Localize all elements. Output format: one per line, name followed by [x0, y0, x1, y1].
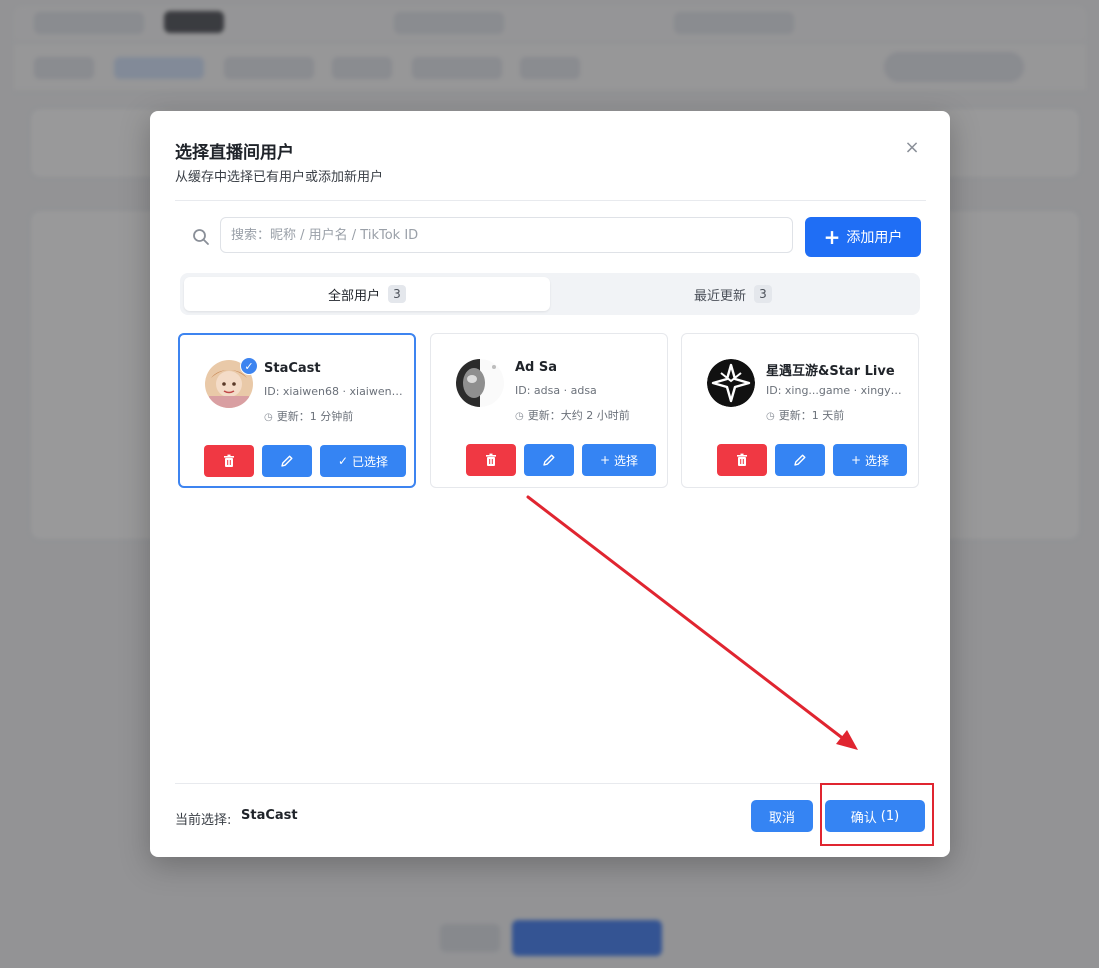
clock-icon: ◷: [766, 411, 775, 422]
tab-count-badge: 3: [754, 285, 772, 303]
user-name: StaCast: [264, 361, 321, 376]
delete-button[interactable]: [466, 444, 516, 476]
edit-button[interactable]: [775, 444, 825, 476]
user-name: Ad Sa: [515, 360, 558, 375]
user-updated: ◷ 更新：1 天前: [766, 407, 844, 423]
user-id: ID: xing...game · xingyugame: [766, 384, 906, 397]
delete-button[interactable]: [204, 445, 254, 477]
user-avatar: [707, 359, 755, 407]
add-user-label: 添加用户: [846, 230, 903, 246]
user-id: ID: xiaiwen68 · xiaiwen68: [264, 385, 404, 398]
select-button[interactable]: ✓ 已选择: [320, 445, 406, 477]
pencil-icon: [281, 455, 293, 467]
user-card-stacast[interactable]: ✓ StaCast ID: xiaiwen68 · xiaiwen68 ◷ 更新：…: [178, 333, 416, 488]
dialog-subtitle: 从缓存中选择已有用户或添加新用户: [175, 170, 384, 185]
current-selection-label: 当前选择:: [175, 813, 232, 828]
updated-text: 更新：大约 2 小时前: [527, 409, 630, 422]
plus-icon: +: [823, 225, 841, 249]
footer-divider: [175, 783, 926, 784]
trash-icon: [737, 453, 747, 466]
pencil-icon: [794, 454, 806, 466]
user-name: 星遇互游&Star Live: [766, 364, 895, 379]
tab-label: 全部用户: [327, 288, 380, 304]
user-id: ID: adsa · adsa: [515, 384, 597, 397]
delete-button[interactable]: [717, 444, 767, 476]
user-card-star-live[interactable]: 星遇互游&Star Live ID: xing...game · xingyug…: [681, 333, 919, 488]
clock-icon: ◷: [515, 411, 524, 422]
updated-text: 更新：1 天前: [778, 409, 845, 422]
select-label: 选择: [614, 453, 639, 468]
cancel-button[interactable]: 取消: [751, 800, 813, 832]
user-updated: ◷ 更新：大约 2 小时前: [515, 407, 630, 423]
search-icon: [193, 229, 209, 245]
select-user-dialog: 选择直播间用户 从缓存中选择已有用户或添加新用户 × + 添加用户 全部用户 3…: [150, 111, 950, 857]
user-card-ad-sa[interactable]: Ad Sa ID: adsa · adsa ◷ 更新：大约 2 小时前 + 选择: [430, 333, 668, 488]
select-button[interactable]: + 选择: [833, 444, 907, 476]
trash-icon: [224, 454, 234, 467]
search-input[interactable]: [220, 217, 793, 253]
user-updated: ◷ 更新：1 分钟前: [264, 408, 353, 424]
clock-icon: ◷: [264, 412, 273, 423]
selected-check-icon: ✓: [240, 357, 258, 375]
plus-icon: +: [850, 453, 862, 467]
add-user-button[interactable]: + 添加用户: [805, 217, 921, 257]
trash-icon: [486, 453, 496, 466]
user-tabs: 全部用户 3 最近更新 3: [180, 273, 920, 315]
updated-text: 更新：1 分钟前: [276, 410, 354, 423]
check-icon: ✓: [337, 454, 349, 468]
tab-recently-updated[interactable]: 最近更新 3: [550, 277, 916, 311]
select-label: 已选择: [352, 454, 389, 469]
plus-icon: +: [599, 453, 611, 467]
select-button[interactable]: + 选择: [582, 444, 656, 476]
current-selection-value: StaCast: [241, 808, 298, 823]
user-avatar: [456, 359, 504, 407]
dialog-title: 选择直播间用户: [175, 143, 294, 163]
tab-all-users[interactable]: 全部用户 3: [184, 277, 550, 311]
header-divider: [175, 200, 926, 201]
close-icon[interactable]: ×: [902, 138, 922, 158]
annotation-highlight-box: [820, 783, 934, 846]
edit-button[interactable]: [262, 445, 312, 477]
pencil-icon: [543, 454, 555, 466]
edit-button[interactable]: [524, 444, 574, 476]
select-label: 选择: [865, 453, 890, 468]
tab-count-badge: 3: [388, 285, 406, 303]
tab-label: 最近更新: [693, 288, 746, 304]
